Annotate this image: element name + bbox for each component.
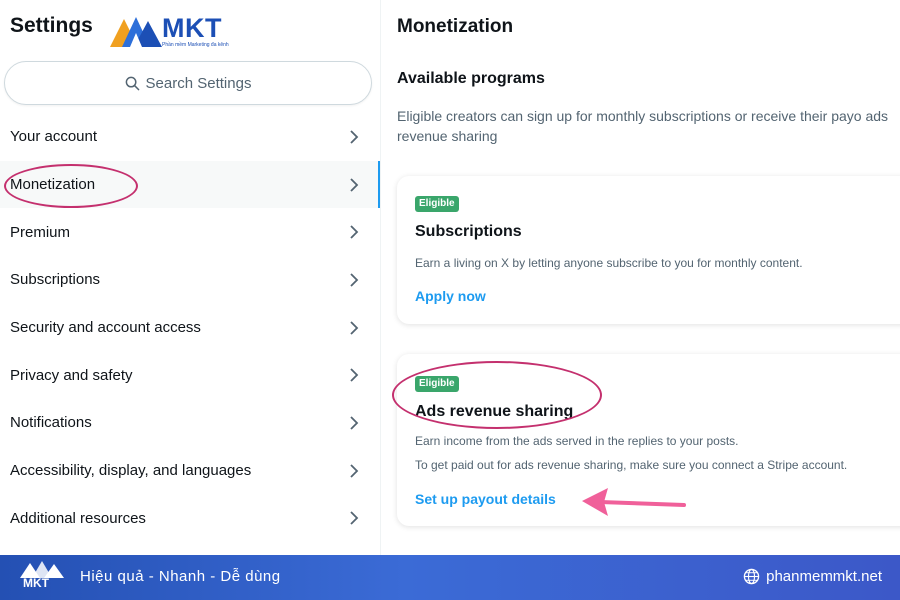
footer-logo-text: MKT xyxy=(23,576,49,590)
eligible-badge: Eligible xyxy=(415,196,459,212)
eligible-badge: Eligible xyxy=(415,376,459,392)
search-settings-input[interactable]: Search Settings xyxy=(4,61,372,105)
set-up-payout-link[interactable]: Set up payout details xyxy=(415,491,556,507)
website-text: phanmemmkt.net xyxy=(766,568,882,585)
footer-website[interactable]: phanmemmkt.net xyxy=(743,568,882,585)
chevron-right-icon xyxy=(350,416,359,430)
card-title: Ads revenue sharing xyxy=(415,403,574,420)
menu-item-label: Premium xyxy=(10,223,71,241)
annotation-arrow-icon xyxy=(582,488,686,516)
menu-item-label: Security and account access xyxy=(10,319,201,337)
card-title: Subscriptions xyxy=(415,223,522,240)
program-card-subscriptions: Eligible Subscriptions Earn a living on … xyxy=(397,176,900,324)
menu-item-label: Monetization xyxy=(10,176,96,194)
chevron-right-icon xyxy=(350,464,359,478)
settings-sidebar: Settings MKT Phần mềm Marketing đa kênh … xyxy=(0,0,380,555)
menu-item-subscriptions[interactable]: Subscriptions xyxy=(0,256,380,304)
section-title: Available programs xyxy=(397,70,545,87)
mkt-logo-icon xyxy=(110,17,162,47)
menu-item-additional-resources[interactable]: Additional resources xyxy=(0,495,380,543)
card-description: Earn income from the ads served in the r… xyxy=(415,434,739,448)
globe-icon xyxy=(743,568,760,585)
chevron-right-icon xyxy=(350,130,359,144)
search-icon xyxy=(125,76,139,90)
chevron-right-icon xyxy=(350,225,359,239)
logo-text: MKT xyxy=(162,13,222,43)
menu-item-label: Subscriptions xyxy=(10,271,101,289)
mkt-logo: MKT Phần mềm Marketing đa kênh xyxy=(110,11,260,51)
footer-banner: MKT Hiệu quả - Nhanh - Dễ dùng phanmemmk… xyxy=(0,555,900,600)
chevron-right-icon xyxy=(350,368,359,382)
menu-item-your-account[interactable]: Your account xyxy=(0,113,380,161)
column-divider xyxy=(380,0,381,555)
footer-tagline: Hiệu quả - Nhanh - Dễ dùng xyxy=(80,568,281,585)
settings-title: Settings xyxy=(10,14,93,37)
chevron-right-icon xyxy=(350,273,359,287)
menu-item-privacy[interactable]: Privacy and safety xyxy=(0,351,380,399)
logo-subtext: Phần mềm Marketing đa kênh xyxy=(162,42,229,48)
menu-item-label: Accessibility, display, and languages xyxy=(10,462,252,480)
chevron-right-icon xyxy=(350,177,359,192)
card-description: Earn a living on X by letting anyone sub… xyxy=(415,256,803,270)
menu-item-label: Your account xyxy=(10,128,98,146)
chevron-right-icon xyxy=(350,320,359,335)
menu-item-monetization[interactable]: Monetization xyxy=(0,160,380,209)
search-placeholder: Search Settings xyxy=(145,74,252,92)
footer-logo: MKT xyxy=(18,560,66,596)
chevron-right-icon xyxy=(350,511,359,525)
section-description: Eligible creators can sign up for monthl… xyxy=(397,108,889,144)
menu-item-label: Notifications xyxy=(10,414,92,432)
page-title: Monetization xyxy=(397,16,514,37)
menu-item-accessibility[interactable]: Accessibility, display, and languages xyxy=(0,447,380,495)
apply-now-link[interactable]: Apply now xyxy=(415,288,486,304)
menu-item-premium[interactable]: Premium xyxy=(0,208,380,256)
menu-item-notifications[interactable]: Notifications xyxy=(0,399,380,447)
card-description: To get paid out for ads revenue sharing,… xyxy=(415,458,848,472)
menu-item-label: Privacy and safety xyxy=(10,366,133,384)
menu-item-label: Additional resources xyxy=(10,509,146,527)
menu-item-security[interactable]: Security and account access xyxy=(0,304,380,352)
settings-menu: Your account Monetization Premium Subscr… xyxy=(0,113,380,542)
